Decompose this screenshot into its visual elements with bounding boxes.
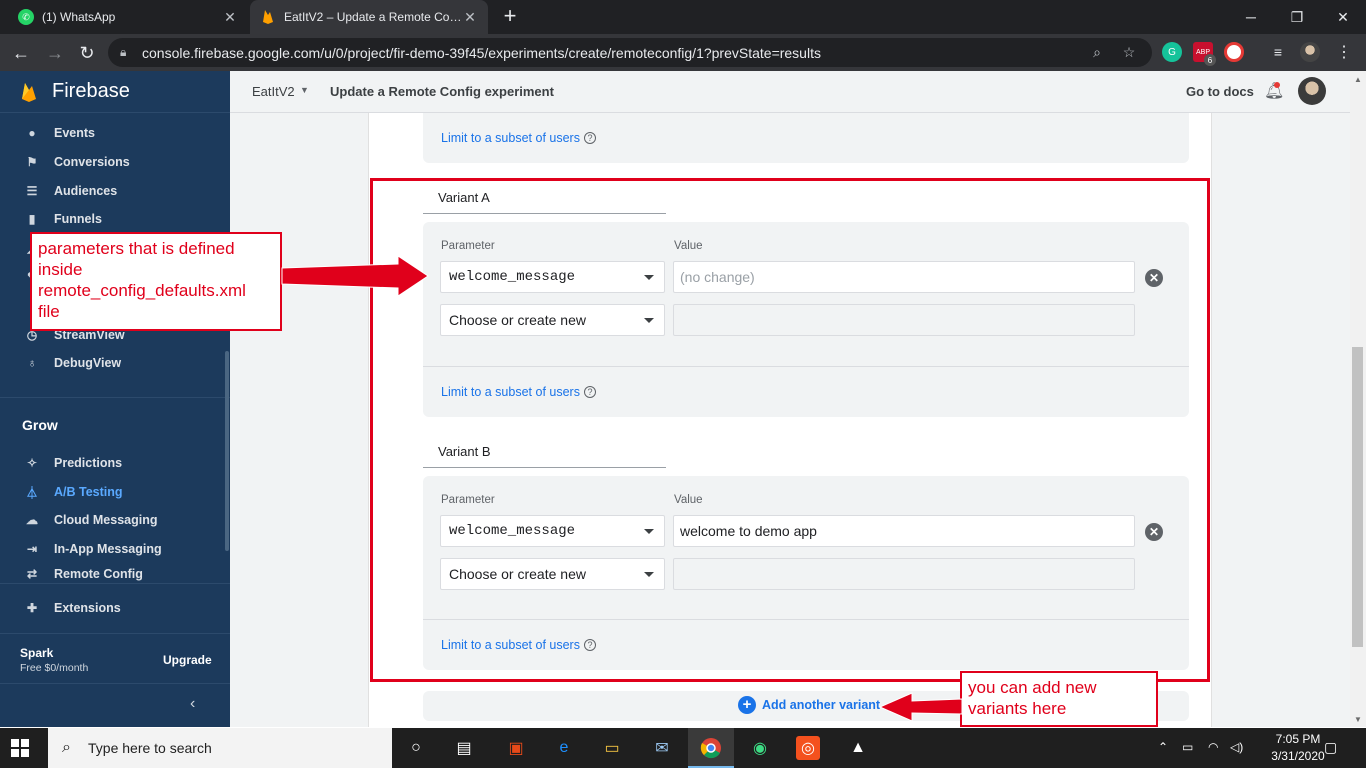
tray-expand-icon[interactable]: ⌃ <box>1158 740 1168 754</box>
arrow-to-add-variant <box>878 692 963 722</box>
screen-recorder-icon[interactable]: ◎ <box>796 736 820 760</box>
office-icon[interactable]: ▣ <box>504 736 528 760</box>
clock-date[interactable]: 3/31/2020 <box>1268 749 1328 763</box>
file-explorer-icon[interactable]: ▭ <box>600 736 624 760</box>
wifi-icon[interactable]: ◠ <box>1208 740 1218 754</box>
action-center-icon[interactable]: ▢ <box>1324 739 1337 756</box>
chrome-icon[interactable] <box>699 736 723 760</box>
photos-icon[interactable]: ▲ <box>846 736 870 760</box>
annotation-arrows <box>281 255 963 722</box>
taskbar-search[interactable]: ⌕ Type here to search <box>48 728 392 768</box>
battery-icon[interactable]: ▭ <box>1182 740 1193 754</box>
mail-icon[interactable]: ✉ <box>650 736 674 760</box>
search-icon: ⌕ <box>62 739 71 756</box>
clock-time[interactable]: 7:05 PM <box>1268 732 1328 746</box>
task-view-icon[interactable]: ▤ <box>452 736 476 760</box>
windows-taskbar: ⌕ Type here to search ○ ▤ ▣ e ▭ ✉ ◉ ◎ ▲ … <box>0 728 1366 768</box>
android-studio-icon[interactable]: ◉ <box>748 736 772 760</box>
cortana-icon[interactable]: ○ <box>404 736 428 760</box>
search-placeholder: Type here to search <box>88 740 212 756</box>
arrow-to-parameter <box>281 255 429 297</box>
edge-icon[interactable]: e <box>552 736 576 760</box>
volume-icon[interactable]: ◁) <box>1230 740 1243 754</box>
windows-start-icon[interactable] <box>10 738 30 758</box>
